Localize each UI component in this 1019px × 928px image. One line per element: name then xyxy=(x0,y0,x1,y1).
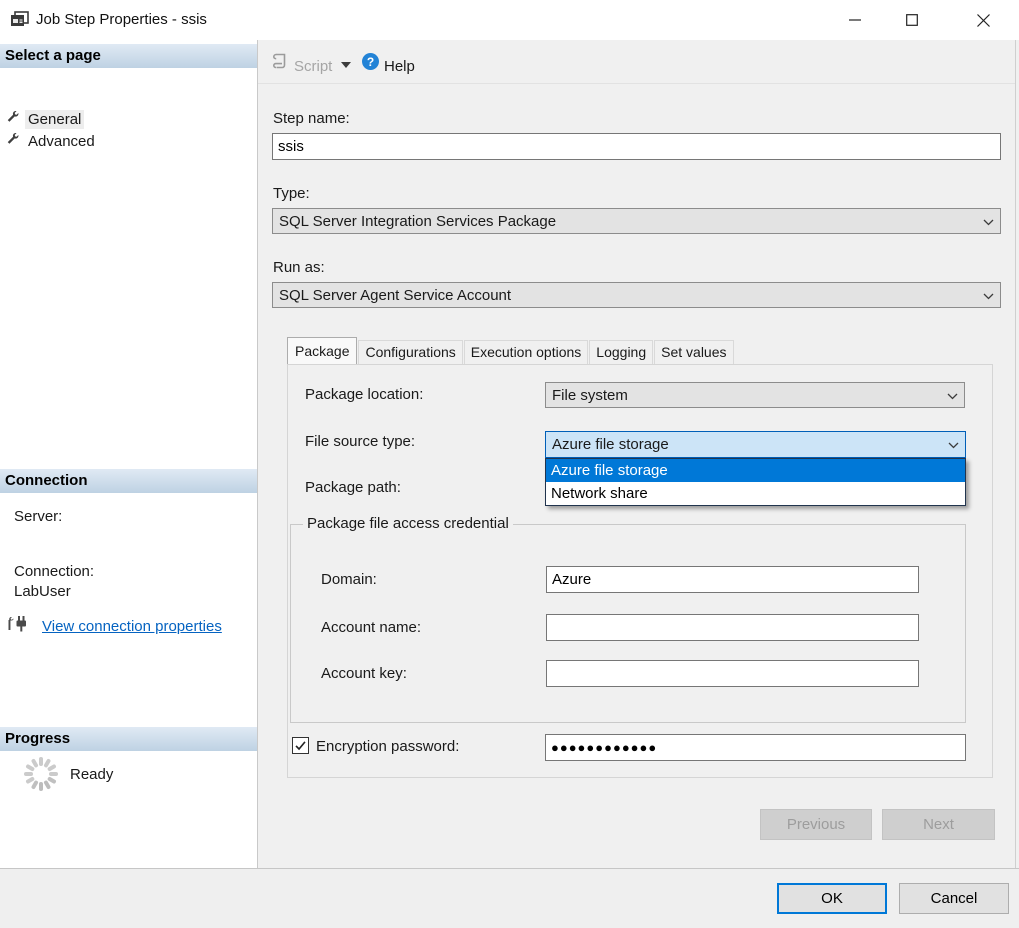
title-bar: Job Step Properties - ssis xyxy=(0,0,1019,40)
package-location-label: Package location: xyxy=(305,386,423,403)
app-icon xyxy=(10,11,29,34)
chevron-down-icon xyxy=(948,436,959,453)
minimize-button[interactable] xyxy=(832,0,878,40)
help-icon: ? xyxy=(362,53,379,70)
encryption-password-checkbox[interactable] xyxy=(292,737,309,754)
account-key-input[interactable] xyxy=(546,660,919,687)
wrench-icon xyxy=(6,110,20,128)
run-as-dropdown[interactable]: SQL Server Agent Service Account xyxy=(272,282,1001,308)
checkmark-icon xyxy=(294,739,307,752)
encryption-password-input[interactable]: ●●●●●●●●●●●● xyxy=(545,734,966,761)
credential-group-title: Package file access credential xyxy=(303,515,513,532)
close-button[interactable] xyxy=(960,0,1006,40)
window-title: Job Step Properties - ssis xyxy=(36,0,207,40)
package-location-value: File system xyxy=(552,387,947,404)
encryption-password-label: Encryption password: xyxy=(316,738,459,755)
ok-button[interactable]: OK xyxy=(777,883,887,914)
package-location-dropdown[interactable]: File system xyxy=(545,382,965,408)
script-button[interactable]: Script xyxy=(294,58,332,75)
dropdown-option-azure-file-storage[interactable]: Azure file storage xyxy=(546,459,965,482)
help-button[interactable]: Help xyxy=(384,58,415,75)
type-dropdown-value: SQL Server Integration Services Package xyxy=(279,213,983,230)
select-a-page-header: Select a page xyxy=(0,44,257,68)
dropdown-option-network-share[interactable]: Network share xyxy=(546,482,965,505)
file-source-type-dropdown[interactable]: Azure file storage xyxy=(545,431,966,458)
connection-properties-icon xyxy=(6,615,30,639)
connection-label: Connection: xyxy=(14,563,94,580)
credential-groupbox: Package file access credential Domain: A… xyxy=(290,524,966,723)
package-path-label: Package path: xyxy=(305,479,401,496)
wrench-icon xyxy=(6,132,20,150)
account-name-label: Account name: xyxy=(321,619,421,636)
run-as-label: Run as: xyxy=(273,259,325,276)
progress-header: Progress xyxy=(0,727,257,751)
chevron-down-icon xyxy=(947,387,958,404)
domain-label: Domain: xyxy=(321,571,377,588)
domain-input[interactable] xyxy=(546,566,919,593)
run-as-dropdown-value: SQL Server Agent Service Account xyxy=(279,287,983,304)
account-name-input[interactable] xyxy=(546,614,919,641)
job-step-properties-dialog: Job Step Properties - ssis Select a page… xyxy=(0,0,1019,928)
chevron-down-icon xyxy=(983,213,994,230)
tab-strip: Package Configurations Execution options… xyxy=(287,338,735,364)
file-source-type-value: Azure file storage xyxy=(552,436,948,453)
pane-right-edge xyxy=(1015,40,1016,868)
type-dropdown[interactable]: SQL Server Integration Services Package xyxy=(272,208,1001,234)
progress-spinner-icon xyxy=(22,755,60,797)
maximize-button[interactable] xyxy=(889,0,935,40)
server-label: Server: xyxy=(14,508,62,525)
step-name-label: Step name: xyxy=(273,110,350,127)
tab-configurations[interactable]: Configurations xyxy=(358,340,462,364)
sidebar-item-general[interactable]: General xyxy=(0,108,257,130)
cancel-button[interactable]: Cancel xyxy=(899,883,1009,914)
connection-header: Connection xyxy=(0,469,257,493)
sidebar-item-label: Advanced xyxy=(25,132,98,151)
account-key-label: Account key: xyxy=(321,665,407,682)
connection-value: LabUser xyxy=(14,583,71,600)
tab-package[interactable]: Package xyxy=(287,337,357,364)
sidebar-item-label: General xyxy=(25,110,84,129)
sidebar: Select a page General Advanced Connectio… xyxy=(0,40,258,868)
tab-logging[interactable]: Logging xyxy=(589,340,653,364)
file-source-type-dropdown-list: Azure file storage Network share xyxy=(545,458,966,506)
chevron-down-icon xyxy=(983,287,994,304)
script-icon xyxy=(271,52,288,74)
progress-status: Ready xyxy=(70,766,113,783)
previous-button[interactable]: Previous xyxy=(760,809,872,840)
script-dropdown-caret-icon[interactable] xyxy=(341,62,351,68)
file-source-type-label: File source type: xyxy=(305,433,415,450)
tab-set-values[interactable]: Set values xyxy=(654,340,733,364)
tab-execution-options[interactable]: Execution options xyxy=(464,340,589,364)
view-connection-properties-link[interactable]: View connection properties xyxy=(42,618,222,635)
step-name-input[interactable] xyxy=(272,133,1001,160)
sidebar-item-advanced[interactable]: Advanced xyxy=(0,130,257,152)
type-label: Type: xyxy=(273,185,310,202)
next-button[interactable]: Next xyxy=(882,809,995,840)
